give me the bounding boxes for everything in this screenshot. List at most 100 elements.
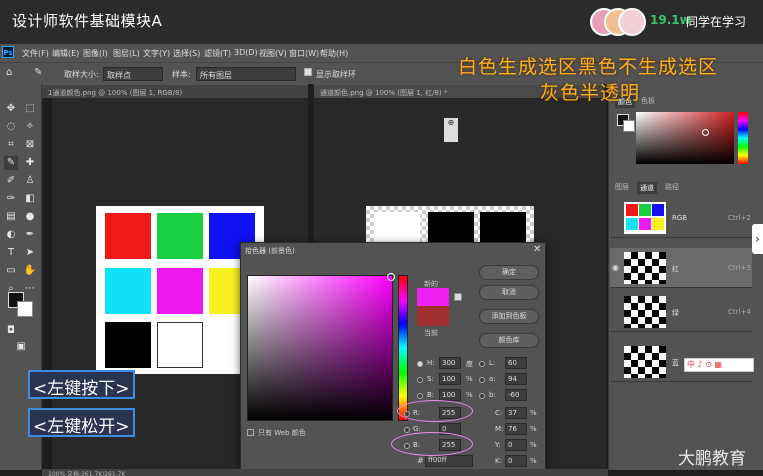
ime-toolbar[interactable]: 中 ♪ ⊙ ▦	[684, 358, 754, 372]
cyan-swatch	[105, 268, 151, 314]
lasso-tool-icon[interactable]: ◌	[4, 120, 18, 134]
b-radio[interactable]	[417, 393, 423, 399]
h-radio[interactable]	[417, 361, 423, 367]
type-tool-icon[interactable]: T	[4, 246, 18, 260]
home-icon[interactable]: ⌂	[6, 67, 12, 78]
pen-tool-icon[interactable]: ✒	[23, 228, 37, 242]
panel-background-swatch[interactable]	[623, 120, 635, 132]
c-field[interactable]: 37	[505, 407, 527, 419]
menu-view[interactable]: 视图(V)	[259, 48, 287, 59]
annotation-line-2: 灰色半透明	[540, 82, 641, 104]
m-field[interactable]: 76	[505, 423, 527, 435]
channel-thumbnail	[624, 202, 666, 234]
l-field[interactable]: 60	[505, 357, 527, 369]
blur-tool-icon[interactable]: ●	[23, 210, 37, 224]
b-field[interactable]: 100	[439, 389, 461, 401]
ok-button[interactable]: 确定	[479, 265, 539, 280]
healing-tool-icon[interactable]: ✚	[23, 156, 37, 170]
a-label: a:	[489, 375, 496, 383]
magic-wand-tool-icon[interactable]: ✧	[23, 120, 37, 134]
tab-layers[interactable]: 图层	[615, 182, 629, 192]
menu-filter[interactable]: 滤镜(T)	[204, 48, 231, 59]
black-swatch	[105, 322, 151, 368]
menu-image[interactable]: 图像(I)	[83, 48, 108, 59]
channel-row-green[interactable]: 绿 Ctrl+4	[610, 292, 752, 332]
quick-mask-icon[interactable]: ◘	[4, 324, 18, 338]
close-icon[interactable]: ✕	[533, 244, 541, 255]
current-color-swatch[interactable]	[417, 306, 449, 326]
color-panel-field[interactable]	[636, 112, 734, 164]
eyedropper-cursor-icon: ⊕	[444, 118, 458, 142]
sample-select[interactable]: 所有图层	[196, 67, 296, 81]
shape-tool-icon[interactable]: ▭	[4, 264, 18, 278]
channel-black-swatch	[480, 212, 526, 246]
eyedropper-tool-icon[interactable]: ✎	[4, 156, 18, 170]
crop-tool-icon[interactable]: ⌗	[4, 138, 18, 152]
a-field[interactable]: 94	[505, 373, 527, 385]
lab-b-radio[interactable]	[479, 393, 485, 399]
frame-tool-icon[interactable]: ⊠	[23, 138, 37, 152]
edit-toolbar-icon[interactable]: ⋯	[23, 282, 37, 296]
eyedropper-tool-icon[interactable]: ✎	[34, 67, 42, 78]
menu-edit[interactable]: 编辑(E)	[52, 48, 79, 59]
course-title: 设计师软件基础模块A	[12, 12, 163, 30]
tab-swatches[interactable]: 色板	[641, 96, 655, 106]
y-field[interactable]: 0	[505, 439, 527, 451]
tab-channels[interactable]: 通道	[637, 182, 657, 194]
menu-file[interactable]: 文件(F)	[22, 48, 49, 59]
channel-name: 蓝	[672, 359, 679, 367]
menu-type[interactable]: 文字(Y)	[143, 48, 170, 59]
brush-tool-icon[interactable]: ✐	[4, 174, 18, 188]
menu-layer[interactable]: 图层(L)	[113, 48, 140, 59]
side-collapse-arrow-icon[interactable]: ›	[752, 224, 763, 254]
web-colors-checkbox[interactable]	[247, 429, 254, 436]
white-swatch	[157, 322, 203, 368]
add-to-swatches-button[interactable]: 添加到色板	[479, 309, 539, 324]
color-libraries-button[interactable]: 颜色库	[479, 333, 539, 348]
document-tab-left[interactable]: 1通道颜色.png @ 100% (图层 1, RGB/8)	[42, 84, 308, 98]
s-radio[interactable]	[417, 377, 423, 383]
show-ring-checkbox[interactable]	[304, 68, 312, 76]
c-unit: %	[530, 409, 537, 417]
menu-help[interactable]: 帮助(H)	[320, 48, 348, 59]
color-marker[interactable]	[387, 273, 395, 281]
warning-icon[interactable]	[454, 293, 462, 301]
background-color-swatch[interactable]	[17, 301, 33, 317]
menu-select[interactable]: 选择(S)	[173, 48, 200, 59]
hand-tool-icon[interactable]: ✋	[23, 264, 37, 278]
h-field[interactable]: 300	[439, 357, 461, 369]
l-radio[interactable]	[479, 361, 485, 367]
s-field[interactable]: 100	[439, 373, 461, 385]
visibility-eye-icon[interactable]: ◉	[612, 263, 619, 272]
color-panel-marker[interactable]	[702, 129, 709, 136]
channel-name: RGB	[672, 214, 688, 222]
channel-row-rgb[interactable]: RGB Ctrl+2	[610, 198, 752, 238]
stamp-tool-icon[interactable]: ♙	[23, 174, 37, 188]
cancel-button[interactable]: 取消	[479, 285, 539, 300]
sample-size-select[interactable]: 取样点	[103, 67, 163, 81]
hex-field[interactable]: ff00ff	[425, 455, 473, 467]
move-tool-icon[interactable]: ✥	[4, 102, 18, 116]
path-select-icon[interactable]: ➤	[23, 246, 37, 260]
tab-paths[interactable]: 路径	[665, 182, 679, 192]
hue-slider[interactable]	[398, 275, 408, 421]
menu-3d[interactable]: 3D(D)	[234, 48, 258, 57]
history-brush-icon[interactable]: ✑	[4, 192, 18, 206]
dodge-tool-icon[interactable]: ◐	[4, 228, 18, 242]
g-radio[interactable]	[404, 427, 410, 433]
saturation-field[interactable]	[247, 275, 393, 421]
screen-mode-icon[interactable]: ▣	[14, 340, 28, 354]
gradient-tool-icon[interactable]: ▤	[4, 210, 18, 224]
menu-window[interactable]: 窗口(W)	[289, 48, 319, 59]
lab-b-field[interactable]: -60	[505, 389, 527, 401]
a-radio[interactable]	[479, 377, 485, 383]
s-unit: %	[466, 375, 473, 383]
channel-thumbnail	[624, 296, 666, 328]
eraser-tool-icon[interactable]: ◧	[23, 192, 37, 206]
color-panel-hue-slider[interactable]	[738, 112, 748, 164]
marquee-tool-icon[interactable]: ⬚	[23, 102, 37, 116]
k-field[interactable]: 0	[505, 455, 527, 467]
channel-row-red[interactable]: ◉ 红 Ctrl+3	[610, 248, 752, 288]
channel-thumbnail	[624, 252, 666, 284]
l-label: L:	[489, 359, 496, 367]
